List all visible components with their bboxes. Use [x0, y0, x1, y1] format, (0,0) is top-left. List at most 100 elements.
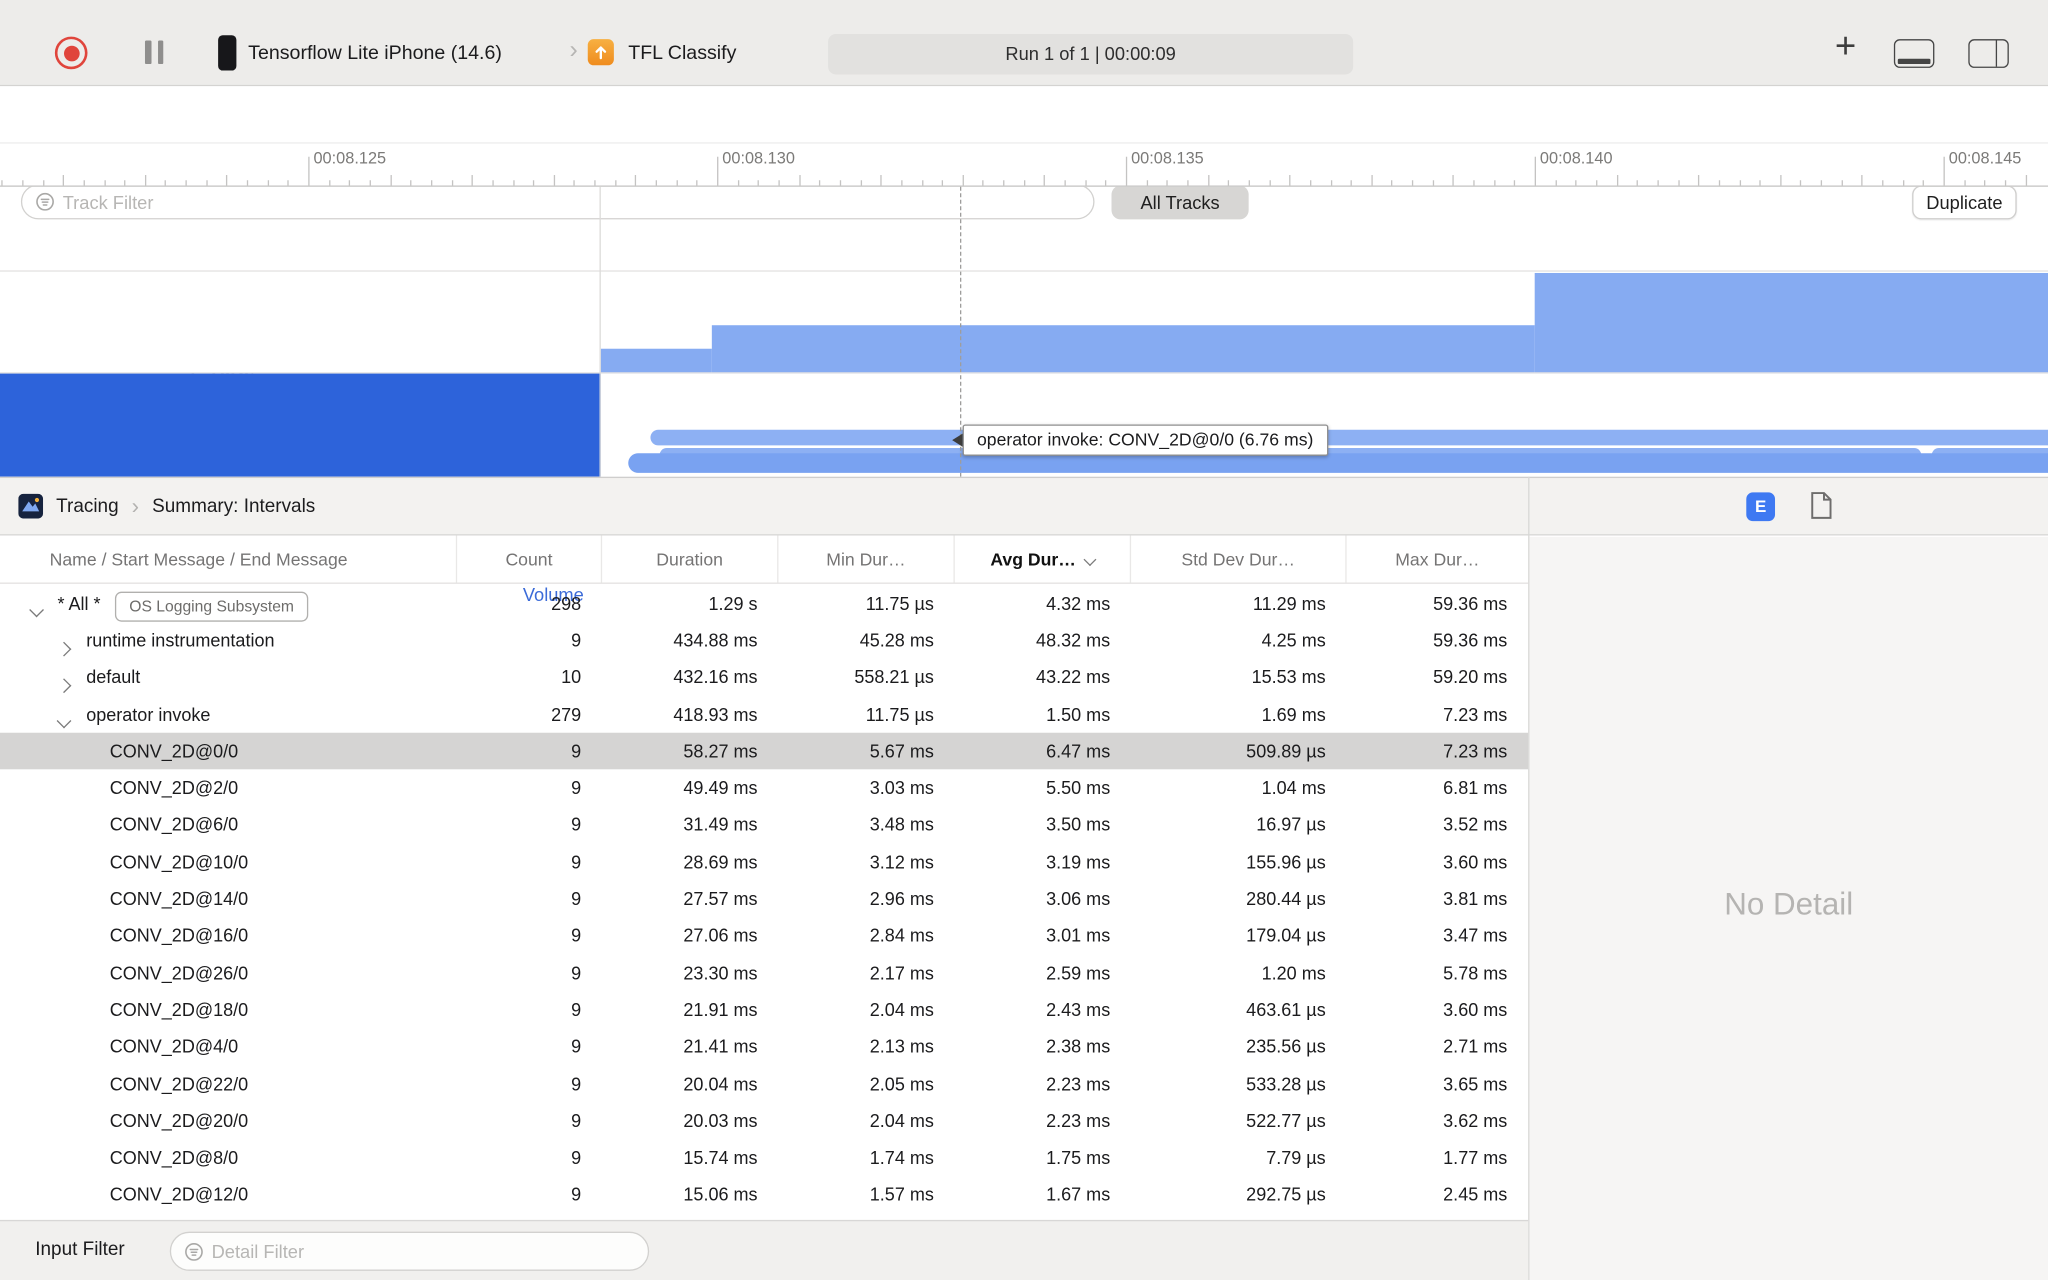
cell-min: 2.17 ms [869, 963, 934, 983]
column-label: Avg Dur… [990, 549, 1076, 569]
cell-count: 9 [571, 630, 582, 651]
table-row[interactable]: CONV_2D@16/0 9 27.06 ms 2.84 ms 3.01 ms 179.0… [0, 918, 1528, 955]
table-row[interactable]: CONV_2D@10/0 9 28.69 ms 3.12 ms 3.19 ms 155.9… [0, 844, 1528, 881]
toggle-bottom-pane-button[interactable] [1893, 39, 1935, 68]
cell-min: 2.04 ms [869, 1000, 934, 1020]
ruler-tick [839, 179, 841, 186]
column-header-count[interactable]: Count [457, 535, 603, 583]
row-name: CONV_2D@18/0 [109, 1000, 249, 1020]
cell-name: CONV_2D@10/0 [0, 853, 457, 873]
ruler-tick [471, 174, 474, 186]
iphone-device-icon [218, 35, 237, 71]
cell-max: 6.81 ms [1443, 778, 1508, 799]
ruler-tick [1166, 179, 1169, 186]
add-instrument-button[interactable]: + [1829, 27, 1863, 64]
cell-name: CONV_2D@4/0 [0, 1037, 457, 1057]
pause-icon [144, 40, 151, 64]
column-header-avg-dur[interactable]: Avg Dur… [955, 535, 1132, 583]
table-row[interactable]: CONV_2D@26/0 9 23.30 ms 2.17 ms 2.59 ms 1.20 … [0, 955, 1528, 992]
chevron-separator-icon: › [569, 36, 578, 64]
table-row[interactable]: CONV_2D@22/0 9 20.04 ms 2.05 ms 2.23 ms 533.2… [0, 1066, 1528, 1103]
table-row[interactable]: * All * 298 1.29 s 11.75 µs 4.32 ms 11.29 ms 5… [0, 585, 1528, 622]
ruler-tick [1534, 156, 1536, 186]
table-row[interactable]: default 10 432.16 ms 558.21 µs 43.22 ms 15.53… [0, 659, 1528, 696]
record-icon [63, 45, 80, 61]
ruler-tick [921, 179, 923, 186]
table-row[interactable]: operator invoke 279 418.93 ms 11.75 µs 1.50 … [0, 696, 1528, 733]
ruler-tick [1125, 156, 1128, 186]
table-row[interactable]: runtime instrumentation 9 434.88 ms 45.28 m… [0, 622, 1528, 659]
table-row[interactable]: CONV_2D@12/0 9 15.06 ms 1.57 ms 1.67 ms 292.7… [0, 1176, 1528, 1213]
cell-avg: 1.67 ms [1046, 1185, 1111, 1205]
table-row[interactable]: CONV_2D@2/0 9 49.49 ms 3.03 ms 5.50 ms 1.04 m… [0, 770, 1528, 807]
ruler-tick [410, 179, 412, 186]
intervals-table: * All * 298 1.29 s 11.75 µs 4.32 ms 11.29 ms 5… [0, 585, 1529, 1213]
device-selector[interactable]: Tensorflow Lite iPhone (14.6) [248, 42, 502, 64]
ruler-tick [1309, 179, 1312, 186]
track-row-tracing-selected[interactable]: Tracing OS Logging Category 4 Graphs [0, 373, 601, 826]
ruler-tick [1677, 179, 1680, 186]
table-row[interactable]: CONV_2D@0/0 9 58.27 ms 5.67 ms 6.47 ms 509.89… [0, 732, 1529, 770]
ruler-tick [1514, 179, 1516, 186]
target-app-icon [587, 39, 614, 66]
cell-count: 9 [571, 889, 582, 910]
ruler-tick [533, 179, 535, 186]
cell-std: 7.79 µs [1266, 1148, 1326, 1168]
breadcrumb-tracing[interactable]: Tracing [56, 496, 118, 517]
column-label: Std Dev Dur… [1181, 549, 1296, 569]
cell-name: CONV_2D@22/0 [0, 1074, 457, 1094]
ruler-tick [1268, 179, 1271, 186]
ruler-tick [1820, 179, 1823, 186]
column-header-min-dur[interactable]: Min Dur… [778, 535, 955, 583]
table-row[interactable]: CONV_2D@4/0 9 21.41 ms 2.13 ms 2.38 ms 235.56… [0, 1029, 1528, 1066]
toggle-right-pane-button[interactable] [1968, 39, 2009, 68]
track-row-tensorflow[interactable]: org.tensorflow.lite OS Logging Subsystem… [0, 272, 601, 622]
timeline-ruler[interactable]: 00:08.125 00:08.130 00:08.135 00:08.140 00:0… [0, 143, 2048, 187]
ruler-tick [1861, 174, 1864, 186]
table-row[interactable]: CONV_2D@6/0 9 31.49 ms 3.48 ms 3.50 ms 16.97 … [0, 807, 1528, 844]
extended-detail-button[interactable]: E [1746, 492, 1776, 522]
pause-button[interactable] [144, 40, 164, 64]
record-button[interactable] [54, 36, 88, 70]
table-row[interactable]: CONV_2D@8/0 9 15.74 ms 1.74 ms 1.75 ms 7.79 µ… [0, 1140, 1528, 1177]
cell-min: 11.75 µs [865, 704, 934, 725]
cell-count: 9 [571, 1000, 582, 1020]
ruler-tick [1473, 179, 1475, 186]
cell-name: CONV_2D@12/0 [0, 1185, 457, 1205]
cell-name: CONV_2D@20/0 [0, 1111, 457, 1131]
ruler-tick [880, 174, 882, 186]
table-row[interactable]: CONV_2D@20/0 9 20.03 ms 2.04 ms 2.23 ms 522.7… [0, 1103, 1528, 1140]
cell-count: 9 [571, 1037, 582, 1057]
ruler-tick [635, 174, 637, 186]
column-header-duration[interactable]: Duration [602, 535, 779, 583]
column-label: Min Dur… [826, 549, 906, 569]
cell-std: 463.61 µs [1246, 1000, 1326, 1020]
duplicate-button[interactable]: Duplicate [1912, 185, 2017, 220]
cell-avg: 3.50 ms [1046, 815, 1111, 836]
cell-max: 5.78 ms [1443, 963, 1508, 983]
column-header-std-dev-dur[interactable]: Std Dev Dur… [1131, 535, 1347, 583]
ruler-tick [901, 179, 903, 186]
all-tracks-button[interactable]: All Tracks [1111, 185, 1249, 220]
track-row-uikit[interactable]: com.apple.UIKit OS Logging Subsystem Vol… [0, 187, 601, 434]
table-row[interactable]: CONV_2D@18/0 9 21.91 ms 2.04 ms 2.43 ms 463.6… [0, 992, 1528, 1029]
cell-avg: 3.06 ms [1046, 889, 1111, 910]
cell-avg: 2.59 ms [1046, 963, 1111, 983]
row-name: CONV_2D@26/0 [109, 963, 249, 983]
table-row[interactable]: CONV_2D@14/0 9 27.57 ms 2.96 ms 3.06 ms 280.4… [0, 881, 1528, 918]
interval-capsule[interactable] [650, 429, 2048, 446]
cell-max: 3.65 ms [1443, 1074, 1508, 1094]
row-name: * All * [57, 593, 101, 614]
cell-min: 3.48 ms [869, 815, 934, 836]
target-selector[interactable]: TFL Classify [628, 42, 736, 64]
cell-min: 1.57 ms [869, 1185, 934, 1205]
column-header-max-dur[interactable]: Max Dur… [1347, 536, 1529, 583]
column-header-name[interactable]: Name / Start Message / End Message [0, 535, 458, 583]
ruler-tick [1228, 179, 1230, 186]
interval-capsule[interactable] [628, 453, 2048, 473]
detail-filter-field[interactable] [169, 1231, 650, 1271]
detail-filter-input[interactable] [211, 1240, 635, 1262]
document-icon[interactable] [1810, 491, 1832, 526]
breadcrumb-summary-intervals[interactable]: Summary: Intervals [152, 496, 315, 517]
cell-name: * All * [0, 593, 457, 617]
